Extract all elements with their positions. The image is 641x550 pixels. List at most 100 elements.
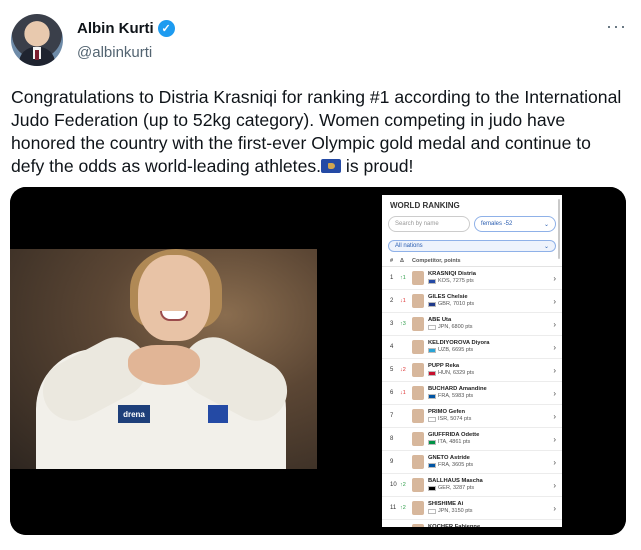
- ranking-screenshot[interactable]: WORLD RANKING Search by name females -52…: [320, 187, 626, 535]
- chevron-right-icon: ›: [553, 342, 556, 352]
- athlete-name: PRIMO Gefen: [428, 409, 466, 415]
- athlete-points-row: ITA, 4861 pts: [428, 439, 548, 446]
- athlete-photo: [412, 271, 424, 285]
- country-flag-icon: [428, 417, 436, 422]
- judoka-photo[interactable]: drena: [10, 187, 317, 535]
- nations-select-value: All nations: [395, 243, 423, 249]
- ranking-movement: ↑2: [400, 505, 406, 511]
- kosovo-flag-icon: [321, 159, 342, 173]
- ranking-row: 1 ↑1 KRASNIQI Distria KOS, 7275 pts ›: [382, 267, 562, 290]
- chevron-right-icon: ›: [553, 503, 556, 513]
- ranking-movement: ↓1: [400, 390, 406, 396]
- athlete-name: GIUFFRIDA Odette: [428, 432, 480, 438]
- chevron-right-icon: ›: [553, 457, 556, 467]
- country-flag-icon: [428, 371, 436, 376]
- ranking-position: 10: [390, 482, 397, 488]
- athlete-points-row: GER, 3287 pts: [428, 485, 548, 492]
- tweet-text-part1: Congratulations to Distria Krasniqi for …: [11, 87, 622, 176]
- chevron-right-icon: ›: [553, 365, 556, 375]
- athlete-photo: [412, 524, 424, 527]
- ranking-table-header: # Δ Competitor, points: [382, 256, 562, 267]
- athlete-photo: [412, 455, 424, 469]
- country-flag-icon: [428, 486, 436, 491]
- ranking-position: 2: [390, 298, 394, 304]
- chevron-right-icon: ›: [553, 319, 556, 329]
- kosovo-flag-patch: [208, 405, 228, 423]
- athlete-name: GILES Chelsie: [428, 294, 468, 300]
- ranking-position: 7: [390, 413, 394, 419]
- more-options-icon[interactable]: ···: [606, 16, 627, 37]
- category-select-value: females -52: [481, 221, 513, 227]
- ranking-position: 9: [390, 459, 394, 465]
- athlete-points: JPN, 6800 pts: [438, 324, 473, 330]
- ranking-row: 7 PRIMO Gefen ISR, 5074 pts ›: [382, 405, 562, 428]
- ranking-row: 2 ↓1 GILES Chelsie GBR, 7010 pts ›: [382, 290, 562, 313]
- athlete-points-row: JPN, 6800 pts: [428, 324, 548, 331]
- name-row: Albin Kurti ✓: [77, 20, 175, 37]
- athlete-points-row: KOS, 7275 pts: [428, 278, 548, 285]
- ranking-scrollbar: [558, 199, 560, 259]
- athlete-name: SHISHIME Ai: [428, 501, 464, 507]
- country-flag-icon: [428, 394, 436, 399]
- ranking-position: 5: [390, 367, 394, 373]
- chevron-right-icon: ›: [553, 434, 556, 444]
- tweet-text-part2: is proud!: [341, 156, 414, 176]
- avatar[interactable]: [11, 14, 63, 66]
- athlete-photo: [412, 501, 424, 515]
- athlete-points-row: UZB, 6695 pts: [428, 347, 548, 354]
- chevron-right-icon: ›: [553, 388, 556, 398]
- athlete-photo: [412, 340, 424, 354]
- athlete-photo: [412, 432, 424, 446]
- athlete-points: FRA, 3605 pts: [438, 462, 474, 468]
- country-flag-icon: [428, 440, 436, 445]
- athlete-points: FRA, 5983 pts: [438, 393, 474, 399]
- chevron-right-icon: ›: [553, 480, 556, 490]
- ranking-row: 9 GNETO Astride FRA, 3605 pts ›: [382, 451, 562, 474]
- athlete-info: BUCHARD Amandine FRA, 5983 pts: [428, 386, 548, 400]
- col-move: Δ: [400, 258, 404, 264]
- verified-badge-icon: ✓: [157, 20, 175, 37]
- ranking-row: 12↑2KOCHER FabienneSUI, 3077 pts›: [382, 520, 562, 527]
- ranking-movement: ↑3: [400, 321, 406, 327]
- athlete-info: GNETO Astride FRA, 3605 pts: [428, 455, 548, 469]
- ranking-row: 6 ↓1 BUCHARD Amandine FRA, 5983 pts ›: [382, 382, 562, 405]
- chevron-right-icon: ›: [553, 411, 556, 421]
- athlete-points: GBR, 7010 pts: [438, 301, 475, 307]
- athlete-points: HUN, 6329 pts: [438, 370, 475, 376]
- athlete-points: GER, 3287 pts: [438, 485, 475, 491]
- athlete-info: PRIMO Gefen ISR, 5074 pts: [428, 409, 548, 423]
- ranking-movement: ↓2: [400, 367, 406, 373]
- athlete-info: SHISHIME Ai JPN, 3150 pts: [428, 501, 548, 515]
- athlete-points: ITA, 4861 pts: [438, 439, 471, 445]
- ranking-position: 8: [390, 436, 394, 442]
- athlete-name: BALLHAUS Mascha: [428, 478, 483, 484]
- ranking-position: 1: [390, 275, 394, 281]
- nations-select: All nations ⌄: [388, 240, 556, 252]
- athlete-photo: [412, 363, 424, 377]
- athlete-points-row: HUN, 6329 pts: [428, 370, 548, 377]
- col-rank: #: [390, 258, 394, 264]
- col-competitor: Competitor, points: [412, 258, 461, 264]
- country-flag-icon: [428, 302, 436, 307]
- ranking-title: WORLD RANKING: [390, 201, 460, 210]
- country-flag-icon: [428, 509, 436, 514]
- ranking-position: 4: [390, 344, 394, 350]
- athlete-points: UZB, 6695 pts: [438, 347, 474, 353]
- country-flag-icon: [428, 325, 436, 330]
- author-handle[interactable]: @albinkurti: [77, 44, 152, 61]
- tweet-text: Congratulations to Distria Krasniqi for …: [11, 86, 626, 178]
- athlete-name: KELDIYOROVA Diyora: [428, 340, 490, 346]
- world-ranking-panel: WORLD RANKING Search by name females -52…: [382, 195, 562, 527]
- category-select: females -52 ⌄: [474, 216, 556, 232]
- athlete-photo: [412, 386, 424, 400]
- nations-chevron-icon: ⌄: [543, 244, 549, 250]
- country-flag-icon: [428, 348, 436, 353]
- ranking-row: 8 GIUFFRIDA Odette ITA, 4861 pts ›: [382, 428, 562, 451]
- author-name[interactable]: Albin Kurti: [77, 20, 154, 37]
- category-chevron-icon: ⌄: [543, 222, 549, 228]
- athlete-points: KOS, 7275 pts: [438, 278, 474, 284]
- chevron-right-icon: ›: [553, 273, 556, 283]
- athlete-points: ISR, 5074 pts: [438, 416, 472, 422]
- chevron-right-icon: ›: [553, 296, 556, 306]
- athlete-photo: [412, 478, 424, 492]
